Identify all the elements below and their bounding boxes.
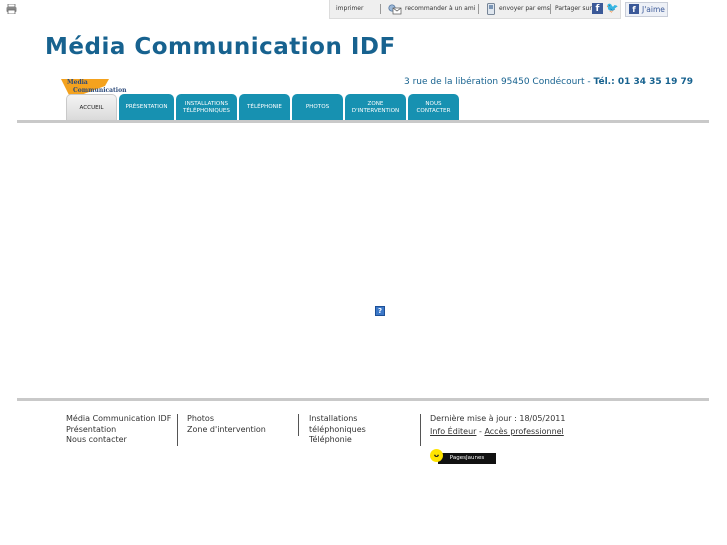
- footer-link-home[interactable]: Média Communication IDF: [66, 414, 171, 425]
- footer-separator: [298, 414, 299, 436]
- header-divider: [17, 120, 709, 123]
- facebook-like-button[interactable]: f J'aime: [625, 2, 668, 17]
- tab-presentation[interactable]: PRÉSENTATION: [119, 94, 174, 121]
- recommend-link[interactable]: recommander à un ami: [405, 4, 475, 14]
- tab-nous-contacter[interactable]: NOUS CONTACTER: [408, 94, 459, 121]
- printer-icon[interactable]: [6, 4, 17, 14]
- footer-col-1: Média Communication IDF Présentation Nou…: [66, 414, 171, 446]
- footer-divider: [17, 398, 709, 401]
- tab-zone-intervention[interactable]: ZONE D'INTERVENTION: [345, 94, 406, 121]
- footer-link-telephonie[interactable]: Téléphonie: [309, 435, 366, 446]
- footer-link-contact[interactable]: Nous contacter: [66, 435, 171, 446]
- twitter-share-icon[interactable]: 🐦: [606, 3, 618, 14]
- contact-address: 3 rue de la libération 95450 Condécourt …: [404, 77, 693, 87]
- footer-link-installations[interactable]: Installations: [309, 414, 366, 425]
- footer-link-zone[interactable]: Zone d'intervention: [187, 425, 266, 436]
- pagesjaunes-label: PagesJaunes: [438, 453, 496, 464]
- acces-pro-link[interactable]: Accès professionnel: [484, 427, 563, 436]
- footer-link-presentation[interactable]: Présentation: [66, 425, 171, 436]
- phone-label: Tél.:: [593, 77, 615, 87]
- last-updated: Dernière mise à jour : 18/05/2011: [430, 414, 566, 423]
- footer-col-2: Photos Zone d'intervention: [187, 414, 266, 435]
- toolbar-divider: [478, 4, 479, 14]
- site-title: Média Communication IDF: [45, 34, 396, 60]
- toolbar-divider: [380, 4, 381, 14]
- facebook-share-icon[interactable]: f: [592, 3, 603, 14]
- info-editeur-link[interactable]: Info Éditeur: [430, 427, 476, 436]
- footer-link-photos[interactable]: Photos: [187, 414, 266, 425]
- logo-text-line1: Media: [67, 79, 88, 86]
- facebook-icon: f: [629, 4, 639, 14]
- address-text: 3 rue de la libération 95450 Condécourt …: [404, 77, 594, 87]
- like-label: J'aime: [642, 5, 665, 14]
- tab-telephonie[interactable]: TÉLÉPHONIE: [239, 94, 290, 121]
- missing-image-icon: ?: [375, 306, 385, 316]
- email-link[interactable]: envoyer par ems: [499, 4, 550, 14]
- footer-col-3: Installations téléphoniques Téléphonie: [309, 414, 366, 446]
- tab-installations-telephoniques[interactable]: INSTALLATIONS TÉLÉPHONIQUES: [176, 94, 237, 121]
- footer-separator: [420, 414, 421, 446]
- toolbar-divider: [550, 4, 551, 14]
- logo-text-line2: Communication: [73, 87, 127, 94]
- recommend-icon[interactable]: [388, 4, 402, 15]
- share-label: Partager sur: [555, 5, 592, 12]
- pagesjaunes-smiley-icon: ᴗ: [430, 449, 443, 462]
- print-link[interactable]: imprimer: [336, 4, 363, 14]
- pagesjaunes-badge[interactable]: PagesJaunes ᴗ: [430, 449, 496, 465]
- tab-photos[interactable]: PHOTOS: [292, 94, 343, 121]
- phone-mail-icon[interactable]: [486, 3, 496, 15]
- phone-number: 01 34 35 19 79: [614, 77, 693, 87]
- footer-link-installations-2[interactable]: téléphoniques: [309, 425, 366, 436]
- footer-col-4: Dernière mise à jour : 18/05/2011 Info É…: [430, 414, 565, 437]
- tab-accueil[interactable]: ACCUEIL: [66, 94, 117, 121]
- footer-separator: [177, 414, 178, 446]
